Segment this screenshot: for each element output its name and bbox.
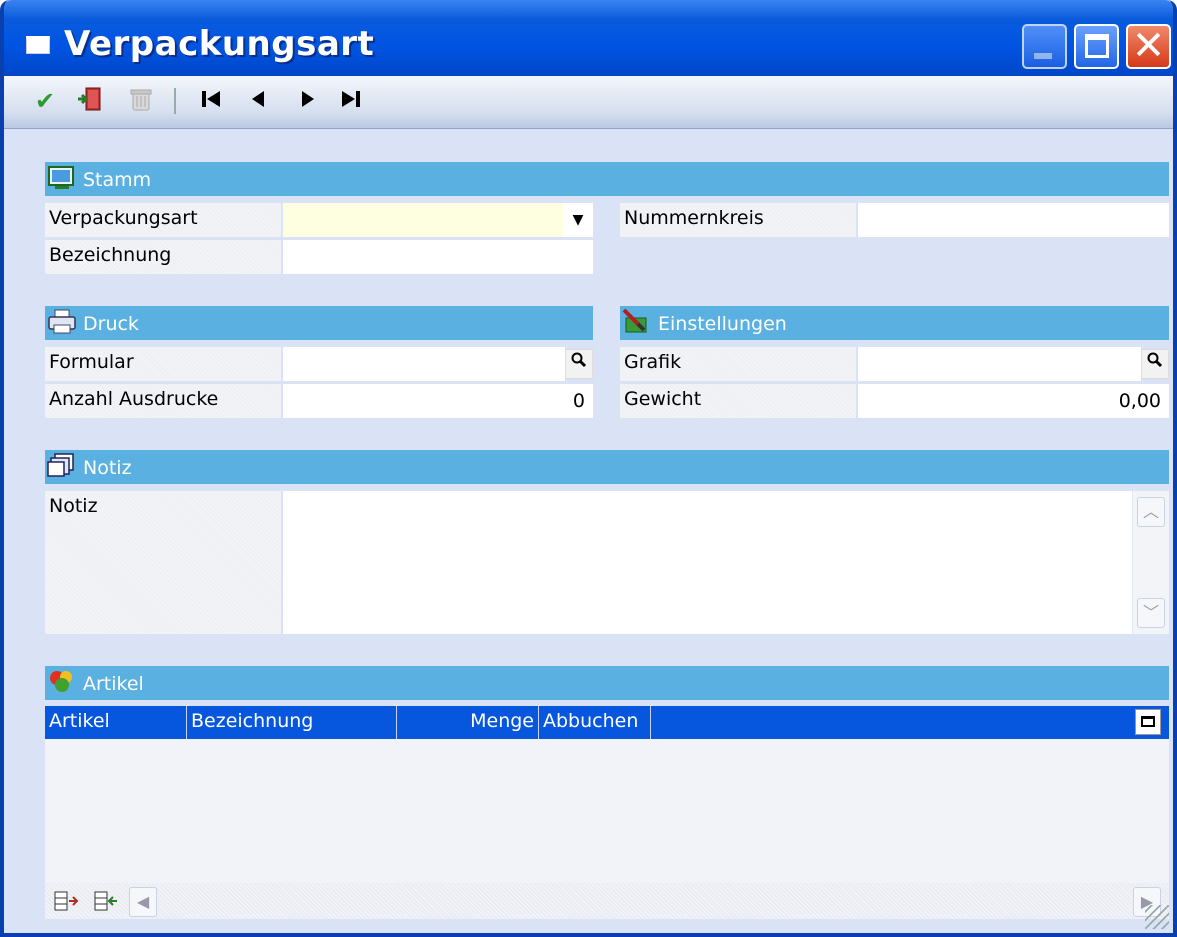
column-chooser-button[interactable] (1135, 709, 1161, 735)
grafik-lookup-button[interactable] (1141, 349, 1169, 379)
nummernkreis-input[interactable] (858, 203, 1169, 237)
magnifier-icon (571, 352, 587, 368)
section-artikel-title: Artikel (83, 673, 144, 695)
section-stamm-title: Stamm (83, 169, 152, 191)
section-notiz-header: Notiz (45, 450, 1169, 484)
column-header-artikel[interactable]: Artikel (45, 706, 187, 739)
first-svg (202, 91, 220, 107)
gewicht-label: Gewicht (620, 384, 856, 418)
minimize-icon (1034, 53, 1052, 59)
gewicht-input[interactable] (858, 384, 1169, 418)
next-record-icon[interactable] (290, 84, 324, 118)
trash-svg (130, 89, 152, 111)
notiz-text (283, 491, 1169, 503)
toolbar-separator (174, 88, 176, 114)
minimize-button[interactable] (1022, 24, 1067, 69)
verpackungsart-window: Verpackungsart ✕ ✔ Stamm Verpackungsart … (0, 0, 1177, 937)
next-svg (302, 91, 314, 107)
column-header-abbuchen[interactable]: Abbuchen (539, 706, 651, 739)
exit-door-svg (78, 87, 101, 111)
maximize-button[interactable] (1074, 24, 1119, 69)
verpackungsart-label: Verpackungsart (45, 203, 281, 237)
nummernkreis-label: Nummernkreis (620, 203, 856, 237)
delete-trash-icon[interactable] (124, 84, 158, 118)
formular-lookup-button[interactable] (565, 349, 593, 379)
notiz-textarea[interactable]: ︿ ﹀ (283, 491, 1169, 634)
resize-grip[interactable] (1145, 905, 1169, 929)
window-icon (26, 36, 50, 54)
section-stamm-header: Stamm (45, 162, 1169, 196)
first-record-icon[interactable] (194, 84, 228, 118)
previous-record-icon[interactable] (242, 84, 276, 118)
bezeichnung-label: Bezeichnung (45, 240, 281, 274)
exit-door-icon[interactable] (74, 84, 108, 118)
close-button[interactable]: ✕ (1126, 23, 1171, 69)
scroll-up-icon[interactable]: ︿ (1137, 497, 1165, 527)
section-notiz-title: Notiz (83, 457, 132, 479)
formular-label: Formular (45, 347, 281, 381)
window-title: Verpackungsart (64, 24, 375, 64)
notiz-label: Notiz (45, 491, 281, 634)
bezeichnung-input[interactable] (283, 240, 593, 274)
grafik-label: Grafik (620, 347, 856, 381)
last-svg (342, 91, 360, 107)
verpackungsart-input[interactable] (283, 203, 563, 237)
hearts-icon (50, 671, 72, 692)
anzahl-ausdrucke-input[interactable] (283, 384, 593, 418)
column-header-menge[interactable]: Menge (397, 706, 539, 739)
grafik-input[interactable] (858, 347, 1141, 381)
section-einstellungen-header: Einstellungen (620, 306, 1169, 340)
anzahl-ausdrucke-label: Anzahl Ausdrucke (45, 384, 281, 418)
save-check-icon[interactable]: ✔ (28, 84, 62, 118)
column-header-bezeichnung[interactable]: Bezeichnung (187, 706, 397, 739)
delete-row-svg (94, 891, 117, 911)
close-icon: ✕ (1131, 23, 1166, 69)
insert-row-svg (54, 891, 79, 911)
scroll-down-icon[interactable]: ﹀ (1137, 598, 1165, 628)
artikel-grid-body[interactable] (45, 739, 1169, 883)
monitor-icon (48, 166, 74, 189)
section-artikel-header: Artikel (45, 666, 1169, 700)
notes-icon (47, 453, 74, 477)
toolbar: ✔ (4, 76, 1173, 129)
artikel-grid-header: Artikel Bezeichnung Menge Abbuchen (45, 706, 1169, 739)
delete-row-icon[interactable] (91, 889, 121, 915)
section-einstellungen-title: Einstellungen (658, 313, 787, 335)
magnifier-icon (1147, 352, 1163, 368)
section-druck-header: Druck (45, 306, 593, 340)
insert-row-icon[interactable] (51, 889, 81, 915)
artikel-grid-footer: ◀ ▶ (45, 883, 1169, 919)
formular-input[interactable] (283, 347, 565, 381)
scroll-left-icon[interactable]: ◀ (129, 887, 157, 917)
section-druck-title: Druck (83, 313, 139, 335)
prev-svg (252, 91, 264, 107)
notiz-vertical-scrollbar[interactable]: ︿ ﹀ (1132, 491, 1169, 634)
brush-icon (622, 308, 647, 333)
title-bar[interactable]: Verpackungsart ✕ (4, 0, 1173, 76)
printer-icon (48, 309, 76, 334)
verpackungsart-dropdown-button[interactable]: ▼ (563, 203, 593, 237)
last-record-icon[interactable] (334, 84, 368, 118)
maximize-icon (1085, 34, 1109, 58)
